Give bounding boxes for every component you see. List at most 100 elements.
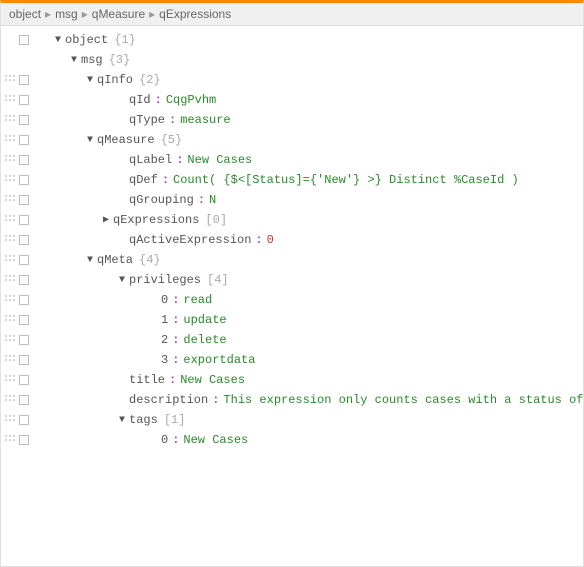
drag-handle-icon[interactable]: [5, 375, 15, 385]
node-value: New Cases: [180, 373, 245, 387]
collapse-icon[interactable]: ▼: [83, 255, 97, 266]
tree-row[interactable]: qId:CqgPvhm: [1, 90, 583, 110]
tree-row[interactable]: qGrouping:N: [1, 190, 583, 210]
collapse-icon[interactable]: ▼: [51, 35, 65, 46]
row-checkbox[interactable]: [19, 275, 29, 285]
row-gutter: [1, 135, 35, 145]
row-checkbox[interactable]: [19, 435, 29, 445]
breadcrumb-item[interactable]: qExpressions: [159, 7, 231, 21]
node-meta: [0]: [205, 213, 227, 227]
tree-row[interactable]: ▼qMeta{4}: [1, 250, 583, 270]
row-checkbox[interactable]: [19, 155, 29, 165]
drag-handle-icon[interactable]: [5, 335, 15, 345]
tree-view[interactable]: ▼object{1}▼msg{3}▼qInfo{2}qId:CqgPvhmqTy…: [1, 26, 583, 566]
row-gutter: [1, 355, 35, 365]
collapse-icon[interactable]: ▼: [67, 55, 81, 66]
key-value-separator: :: [172, 333, 179, 347]
row-checkbox[interactable]: [19, 315, 29, 325]
collapse-icon[interactable]: ▼: [115, 415, 129, 426]
row-checkbox[interactable]: [19, 415, 29, 425]
drag-handle-icon[interactable]: [5, 175, 15, 185]
breadcrumb: object▸msg▸qMeasure▸qExpressions: [1, 3, 583, 26]
drag-handle-icon[interactable]: [5, 95, 15, 105]
drag-handle-icon[interactable]: [5, 135, 15, 145]
row-checkbox[interactable]: [19, 175, 29, 185]
node-key: description: [129, 393, 208, 407]
row-checkbox[interactable]: [19, 115, 29, 125]
tree-row[interactable]: 0:New Cases: [1, 430, 583, 450]
node-meta: {2}: [139, 73, 161, 87]
drag-handle-icon[interactable]: [5, 355, 15, 365]
node-key: 0: [161, 293, 168, 307]
tree-row[interactable]: ▼object{1}: [1, 30, 583, 50]
row-checkbox[interactable]: [19, 195, 29, 205]
tree-row[interactable]: ▼privileges[4]: [1, 270, 583, 290]
breadcrumb-item[interactable]: object: [9, 7, 41, 21]
tree-row[interactable]: qDef:Count( {$<[Status]={'New'} >} Disti…: [1, 170, 583, 190]
key-value-separator: :: [212, 393, 219, 407]
breadcrumb-separator-icon: ▸: [149, 7, 155, 21]
row-checkbox[interactable]: [19, 95, 29, 105]
node-value: New Cases: [187, 153, 252, 167]
drag-handle-icon[interactable]: [5, 195, 15, 205]
tree-row[interactable]: title:New Cases: [1, 370, 583, 390]
drag-handle-icon[interactable]: [5, 255, 15, 265]
row-checkbox[interactable]: [19, 135, 29, 145]
tree-row[interactable]: 2:delete: [1, 330, 583, 350]
key-value-separator: :: [162, 173, 169, 187]
drag-handle-icon[interactable]: [5, 215, 15, 225]
drag-handle-icon[interactable]: [5, 75, 15, 85]
row-gutter: [1, 175, 35, 185]
node-key: qInfo: [97, 73, 133, 87]
drag-handle-icon[interactable]: [5, 395, 15, 405]
row-checkbox[interactable]: [19, 35, 29, 45]
tree-row[interactable]: 3:exportdata: [1, 350, 583, 370]
drag-handle-icon[interactable]: [5, 295, 15, 305]
row-checkbox[interactable]: [19, 75, 29, 85]
row-gutter: [1, 335, 35, 345]
drag-handle-icon[interactable]: [5, 155, 15, 165]
drag-handle-icon[interactable]: [5, 235, 15, 245]
row-checkbox[interactable]: [19, 395, 29, 405]
row-checkbox[interactable]: [19, 375, 29, 385]
row-checkbox[interactable]: [19, 235, 29, 245]
tree-row[interactable]: ▼msg{3}: [1, 50, 583, 70]
row-checkbox[interactable]: [19, 335, 29, 345]
drag-handle-icon[interactable]: [5, 435, 15, 445]
collapse-icon[interactable]: ▼: [83, 75, 97, 86]
drag-handle-icon[interactable]: [5, 315, 15, 325]
row-checkbox[interactable]: [19, 215, 29, 225]
node-value: read: [183, 293, 212, 307]
collapse-icon[interactable]: ▼: [115, 275, 129, 286]
tree-row[interactable]: ▼tags[1]: [1, 410, 583, 430]
breadcrumb-item[interactable]: msg: [55, 7, 78, 21]
tree-row[interactable]: ▼qInfo {2}: [1, 70, 583, 90]
drag-handle-icon[interactable]: [5, 415, 15, 425]
breadcrumb-separator-icon: ▸: [82, 7, 88, 21]
node-key: tags: [129, 413, 158, 427]
collapse-icon[interactable]: ▼: [83, 135, 97, 146]
row-gutter: [1, 275, 35, 285]
tree-row[interactable]: description:This expression only counts …: [1, 390, 583, 410]
key-value-separator: :: [155, 93, 162, 107]
tree-row[interactable]: ▼qMeasure{5}: [1, 130, 583, 150]
row-checkbox[interactable]: [19, 255, 29, 265]
row-checkbox[interactable]: [19, 295, 29, 305]
tree-row[interactable]: qType:measure: [1, 110, 583, 130]
tree-row[interactable]: qActiveExpression:0: [1, 230, 583, 250]
tree-row[interactable]: 1:update: [1, 310, 583, 330]
row-gutter: [1, 115, 35, 125]
drag-handle-icon[interactable]: [5, 275, 15, 285]
expand-icon[interactable]: ▶: [99, 214, 113, 226]
row-gutter: [1, 235, 35, 245]
breadcrumb-item[interactable]: qMeasure: [92, 7, 145, 21]
node-value: delete: [183, 333, 226, 347]
row-checkbox[interactable]: [19, 355, 29, 365]
tree-row[interactable]: ▶qExpressions [0]: [1, 210, 583, 230]
tree-row[interactable]: qLabel:New Cases: [1, 150, 583, 170]
node-key: qLabel: [129, 153, 172, 167]
json-panel: object▸msg▸qMeasure▸qExpressions ▼object…: [0, 0, 584, 567]
tree-row[interactable]: 0:read: [1, 290, 583, 310]
drag-handle-icon[interactable]: [5, 115, 15, 125]
node-key: qExpressions: [113, 213, 199, 227]
